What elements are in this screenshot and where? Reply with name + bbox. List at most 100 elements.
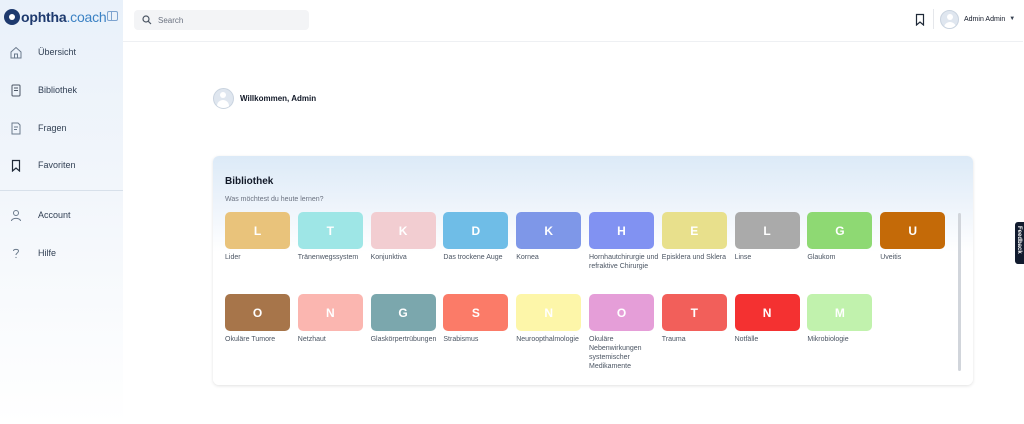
library-tile-badge[interactable]: L <box>225 212 290 249</box>
avatar <box>213 87 234 109</box>
library-tile-label: Trauma <box>661 336 686 343</box>
search-input[interactable] <box>158 12 303 28</box>
library-tile-label: Lider <box>225 254 241 261</box>
search-bar <box>134 10 309 30</box>
sidebar: ophtha.coach Übersicht Bibliothek Fragen… <box>0 0 123 424</box>
library-tile[interactable]: S Strabismus <box>443 294 509 344</box>
sidebar-item-account[interactable]: Account <box>0 200 123 230</box>
search-icon <box>142 15 152 25</box>
sidebar-item-label: Fragen <box>38 123 67 133</box>
library-tile-label: Strabismus <box>443 336 479 343</box>
library-tile[interactable]: D Das trockene Auge <box>443 212 509 262</box>
library-tile-label: Kornea <box>516 254 539 261</box>
library-tile[interactable]: T Trauma <box>661 294 727 344</box>
chevron-down-icon: ▼ <box>1009 16 1016 22</box>
sidebar-toggle-icon[interactable] <box>107 11 118 21</box>
library-tile-badge[interactable]: G <box>370 294 436 331</box>
sidebar-item-label: Favoriten <box>38 160 76 170</box>
library-tile-badge[interactable]: T <box>297 212 363 249</box>
library-title: Bibliothek <box>225 176 274 187</box>
library-tile-badge[interactable]: K <box>516 212 582 249</box>
library-tile[interactable]: K Kornea <box>516 212 582 262</box>
user-name: Admin Admin <box>964 15 1006 23</box>
library-tile-badge[interactable]: K <box>370 212 436 249</box>
brand-wordmark: ophtha.coach <box>21 9 107 25</box>
library-tile-badge[interactable]: H <box>589 212 654 249</box>
header-divider-line <box>123 41 1023 42</box>
sidebar-item-label: Hilfe <box>38 248 57 258</box>
sidebar-item-uebersicht[interactable]: Übersicht <box>0 37 123 67</box>
question-sheet-icon <box>11 122 21 134</box>
brand-logo[interactable]: ophtha.coach <box>4 6 107 28</box>
library-tile[interactable]: N Netzhaut <box>297 294 363 344</box>
library-tile-badge[interactable]: N <box>734 294 800 331</box>
library-tile-badge[interactable]: N <box>297 294 363 331</box>
library-tile-label: Konjunktiva <box>370 254 407 261</box>
library-tile-badge[interactable]: O <box>225 294 290 331</box>
library-tile-label: Linse <box>734 254 752 261</box>
library-card: Bibliothek Was möchtest du heute lernen?… <box>213 156 973 385</box>
library-tile-badge[interactable]: M <box>807 294 873 331</box>
logo-eye-icon <box>4 9 20 25</box>
sidebar-divider <box>0 190 123 191</box>
library-tile[interactable]: G Glaskörpertrübungen <box>370 294 436 344</box>
sidebar-item-label: Bibliothek <box>38 85 78 95</box>
library-tile[interactable]: L Linse <box>734 212 800 262</box>
library-tile[interactable]: K Konjunktiva <box>370 212 436 262</box>
library-tile[interactable]: M Mikrobiologie <box>807 294 873 344</box>
library-tile-label: Neuroopthalmologie <box>516 336 579 343</box>
help-icon <box>13 248 20 258</box>
library-tile-label: Okuläre Nebenwirkungen systemischer Medi… <box>589 336 642 370</box>
library-tile-badge[interactable]: D <box>443 212 509 249</box>
library-tile-badge[interactable]: G <box>807 212 873 249</box>
sidebar-item-fragen[interactable]: Fragen <box>0 113 123 143</box>
sidebar-item-label: Übersicht <box>38 47 77 57</box>
library-tile[interactable]: O Okuläre Nebenwirkungen systemischer Med… <box>589 294 654 371</box>
sidebar-item-hilfe[interactable]: Hilfe <box>0 238 123 268</box>
header-divider <box>933 9 934 29</box>
welcome-title: Willkommen, Admin <box>240 93 317 103</box>
user-icon <box>11 209 21 221</box>
welcome-section: Willkommen, Admin <box>213 87 316 109</box>
library-tile-label: Netzhaut <box>297 336 326 343</box>
library-tile[interactable]: G Glaukom <box>807 212 873 262</box>
library-tile-badge[interactable]: L <box>734 212 800 249</box>
library-tile[interactable]: N Notfälle <box>734 294 800 344</box>
library-tile[interactable]: N Neuroopthalmologie <box>516 294 582 344</box>
library-tile-label: Glaukom <box>807 254 836 261</box>
library-tile[interactable]: T Tränenwegssystem <box>297 212 363 262</box>
library-tile-label: Mikrobiologie <box>807 336 849 343</box>
library-tile-label: Das trockene Auge <box>443 254 503 261</box>
library-tile[interactable]: O Okuläre Tumore <box>225 294 290 344</box>
home-icon <box>10 46 22 58</box>
library-tile[interactable]: L Lider <box>225 212 290 262</box>
library-tile-label: Notfälle <box>734 336 759 343</box>
library-tile-label: Tränenwegssystem <box>297 254 359 261</box>
library-tile-badge[interactable]: S <box>443 294 509 331</box>
library-tile[interactable]: H Hornhautchirurgie und refraktive Chirur… <box>589 212 658 271</box>
library-tile-label: Glaskörpertrübungen <box>370 336 437 343</box>
book-icon <box>11 84 21 96</box>
avatar <box>940 9 959 29</box>
feedback-label: Feedback <box>1016 226 1022 254</box>
library-tile-badge[interactable]: E <box>661 212 727 249</box>
library-tile-label: Hornhautchirurgie und refraktive Chirurg… <box>589 254 659 270</box>
user-menu[interactable]: Admin Admin ▼ <box>940 9 1015 29</box>
library-tile-badge[interactable]: N <box>516 294 582 331</box>
library-tile[interactable]: U Uveitis <box>880 212 946 262</box>
sidebar-item-label: Account <box>38 210 71 220</box>
sidebar-item-bibliothek[interactable]: Bibliothek <box>0 75 123 105</box>
app-root: ophtha.coach Übersicht Bibliothek Fragen… <box>0 0 1024 424</box>
library-tile-badge[interactable]: O <box>589 294 654 331</box>
scrollbar[interactable] <box>958 213 961 371</box>
sidebar-item-favoriten[interactable]: Favoriten <box>0 150 123 180</box>
library-tile-badge[interactable]: T <box>661 294 727 331</box>
library-tile-badge[interactable]: U <box>880 212 946 249</box>
library-subtitle: Was möchtest du heute lernen? <box>225 196 324 203</box>
library-tile-label: Uveitis <box>880 254 902 261</box>
bookmark-icon[interactable] <box>914 13 926 26</box>
feedback-tab[interactable]: Feedback <box>1015 222 1024 264</box>
library-tile[interactable]: E Episklera und Sklera <box>661 212 727 262</box>
library-tile-label: Okuläre Tumore <box>225 336 276 343</box>
library-tile-label: Episklera und Sklera <box>661 254 726 261</box>
